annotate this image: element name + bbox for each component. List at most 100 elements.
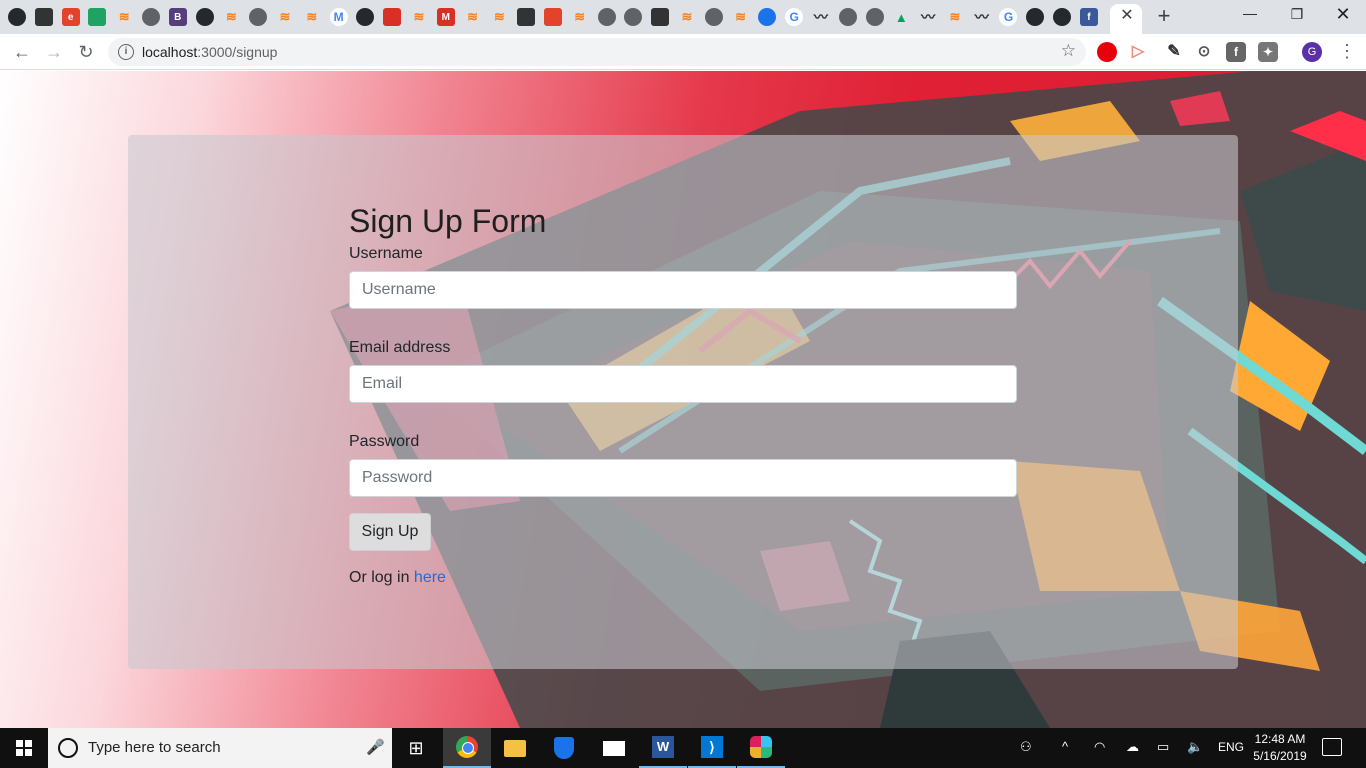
extension-icon[interactable]: ⊙: [1194, 42, 1214, 62]
volume-icon[interactable]: 🔈: [1187, 739, 1203, 755]
bookmark-star-icon[interactable]: ☆: [1061, 41, 1076, 61]
globe-icon[interactable]: [141, 8, 160, 26]
chrome-menu-icon[interactable]: ⋮: [1338, 41, 1356, 63]
github-icon[interactable]: [1053, 8, 1072, 26]
url-text[interactable]: localhost:3000/signup: [142, 44, 277, 60]
cookie-icon[interactable]: [383, 8, 402, 26]
folder-icon: [504, 739, 526, 757]
github-icon[interactable]: [195, 8, 214, 26]
windows-logo-icon: [16, 740, 32, 756]
taskbar-word[interactable]: W: [639, 728, 687, 768]
mail-icon: [603, 740, 625, 756]
google-icon[interactable]: G: [785, 8, 804, 26]
eye-icon[interactable]: [597, 8, 616, 26]
github-icon[interactable]: [1026, 8, 1045, 26]
url-path: :3000/signup: [197, 44, 278, 60]
globe-icon[interactable]: [704, 8, 723, 26]
facebook-icon[interactable]: f: [1079, 8, 1098, 26]
system-clock[interactable]: 12:48 AM 5/16/2019: [1250, 731, 1310, 765]
tab-strip: e ≋ B ≋ ≋ ≋ M ≋ M ≋ ≋ ≋ ≋ ≋ G 〰 ▲ 〰 ≋ 〰 Gf ✕ + — ❐ ✕: [0, 0, 1366, 34]
back-button[interactable]: ←: [10, 40, 34, 64]
close-window-button[interactable]: ✕: [1333, 4, 1353, 24]
cube-icon[interactable]: [34, 8, 53, 26]
language-indicator[interactable]: ENG: [1218, 740, 1244, 754]
taskbar-chrome[interactable]: [443, 728, 491, 768]
microphone-icon[interactable]: 🎤: [366, 738, 385, 756]
trello-icon[interactable]: [651, 8, 670, 26]
email-label: Email address: [349, 339, 451, 356]
drive-icon[interactable]: ▲: [892, 8, 910, 26]
taskbar-search[interactable]: Type here to search 🎤: [48, 728, 392, 768]
url-host: localhost: [142, 44, 198, 60]
stackoverflow-icon[interactable]: ≋: [464, 8, 482, 26]
google-icon[interactable]: G: [999, 8, 1018, 26]
taskbar-vscode[interactable]: ⟩: [688, 728, 736, 768]
login-link[interactable]: here: [414, 569, 446, 586]
taskbar-file-explorer[interactable]: [491, 728, 539, 768]
github-icon[interactable]: [356, 8, 375, 26]
stackoverflow-icon[interactable]: ≋: [410, 8, 428, 26]
info-icon[interactable]: i: [118, 44, 134, 60]
cast-extension-icon[interactable]: ▷: [1128, 42, 1148, 62]
taskbar-slack[interactable]: [737, 728, 785, 768]
slack-icon: [750, 736, 772, 758]
profile-avatar[interactable]: G: [1302, 42, 1322, 62]
battery-icon[interactable]: ▭: [1157, 739, 1169, 755]
task-view-button[interactable]: ⊞: [392, 728, 440, 768]
forward-button[interactable]: →: [42, 40, 66, 64]
username-label: Username: [349, 245, 423, 262]
minimize-button[interactable]: —: [1240, 5, 1260, 25]
username-input[interactable]: [349, 271, 1017, 309]
mustache-icon[interactable]: 〰: [973, 8, 991, 26]
tray-expand-icon[interactable]: ^: [1062, 739, 1068, 754]
messenger-icon[interactable]: [758, 8, 777, 26]
mustache-icon[interactable]: 〰: [919, 8, 937, 26]
stackoverflow-icon[interactable]: ≋: [222, 8, 240, 26]
gmail-icon[interactable]: M: [329, 8, 348, 26]
wifi-icon[interactable]: ◠: [1094, 739, 1105, 755]
globe-icon[interactable]: [249, 8, 268, 26]
m-icon[interactable]: M: [436, 8, 455, 26]
taskbar-mail[interactable]: [590, 728, 638, 768]
stackoverflow-icon[interactable]: ≋: [303, 8, 321, 26]
password-input[interactable]: [349, 459, 1017, 497]
onedrive-icon[interactable]: ☁: [1126, 739, 1139, 755]
address-bar[interactable]: i localhost:3000/signup ☆: [108, 38, 1086, 66]
stackoverflow-icon[interactable]: ≋: [115, 8, 133, 26]
globe-icon[interactable]: [838, 8, 857, 26]
email-input[interactable]: [349, 365, 1017, 403]
facebook-extension-icon[interactable]: f: [1226, 42, 1246, 62]
reload-button[interactable]: ↻: [74, 40, 98, 64]
gitlab-icon[interactable]: [543, 8, 562, 26]
e-icon[interactable]: e: [61, 8, 80, 26]
stackoverflow-icon[interactable]: ≋: [678, 8, 696, 26]
mustache-icon[interactable]: 〰: [812, 8, 830, 26]
github-icon[interactable]: [8, 8, 26, 26]
form-title: Sign Up Form: [349, 203, 547, 239]
taskbar-security[interactable]: [540, 728, 588, 768]
start-button[interactable]: [0, 728, 48, 768]
signup-button[interactable]: Sign Up: [349, 513, 431, 551]
globe-icon[interactable]: [865, 8, 884, 26]
tab-close-icon[interactable]: ✕: [1119, 7, 1135, 25]
shield-icon[interactable]: [88, 8, 107, 26]
cortana-icon: [58, 738, 78, 758]
globe-icon[interactable]: [624, 8, 643, 26]
stackoverflow-icon[interactable]: ≋: [276, 8, 294, 26]
shield-icon: [554, 737, 574, 759]
stackoverflow-icon[interactable]: ≋: [571, 8, 589, 26]
color-picker-extension-icon[interactable]: ✎: [1164, 42, 1184, 62]
notification-center-icon[interactable]: [1322, 738, 1342, 756]
adblock-extension-icon[interactable]: [1097, 42, 1117, 62]
bootstrap-icon[interactable]: B: [168, 8, 187, 26]
tools-extension-icon[interactable]: ✦: [1258, 42, 1278, 62]
cup-icon[interactable]: [517, 8, 536, 26]
people-icon[interactable]: ⚇: [1020, 739, 1032, 755]
new-tab-button[interactable]: +: [1152, 5, 1176, 29]
tab-list: e ≋ B ≋ ≋ ≋ M ≋ M ≋ ≋ ≋ ≋ ≋ G 〰 ▲ 〰 ≋ 〰 Gf: [8, 6, 1107, 28]
stackoverflow-icon[interactable]: ≋: [732, 8, 750, 26]
stackoverflow-icon[interactable]: ≋: [490, 8, 508, 26]
maximize-button[interactable]: ❐: [1287, 6, 1307, 26]
stackoverflow-icon[interactable]: ≋: [946, 8, 964, 26]
clock-date: 5/16/2019: [1253, 749, 1307, 763]
